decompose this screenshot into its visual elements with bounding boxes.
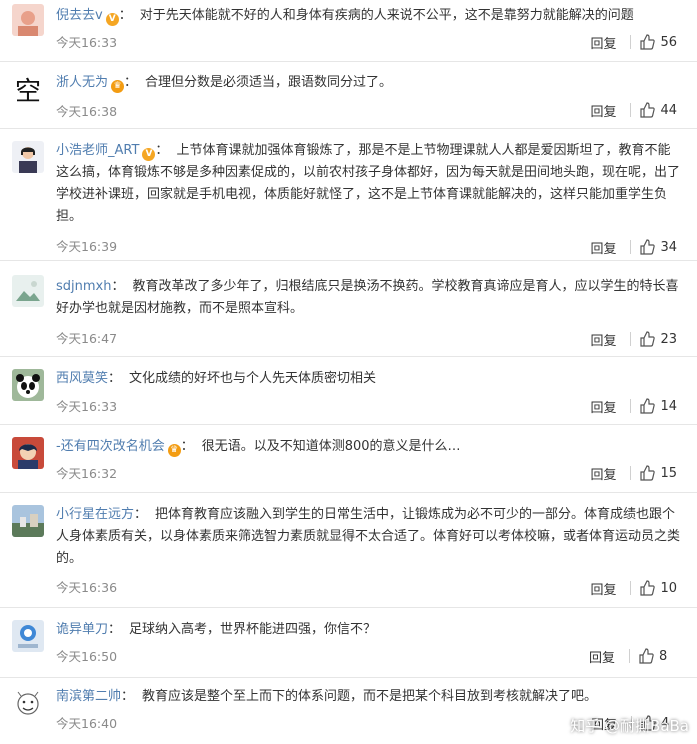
thumbs-up-icon — [640, 465, 656, 481]
verified-badge-icon: V — [105, 13, 119, 26]
like-button[interactable]: 8 — [638, 648, 675, 664]
comment-text: 对于先天体能就不好的人和身体有疾病的人来说不公平，这不是靠努力就能解决的问题 — [139, 8, 634, 23]
divider — [630, 581, 632, 595]
comment-time: 今天16:40 — [56, 716, 118, 731]
divider — [629, 649, 630, 663]
reply-button[interactable]: 回复 — [590, 579, 616, 598]
comment-text: 文化成绩的好坏也与个人先天体质密切相关 — [129, 371, 377, 386]
comment-text: 教育应该是整个至上而下的体系问题，而不是把某个科目放到考核就解决了吧。 — [142, 689, 598, 704]
like-count: 23 — [660, 331, 677, 347]
comment-time: 今天16:50 — [56, 649, 118, 664]
comment-item: 小浩老师_ART V：上节体育课就加强体育锻炼了，那是不是上节物理课就人人都是爱因… — [0, 129, 697, 261]
comment-actions: 回复 8 — [589, 646, 675, 666]
thumbs-up-icon — [640, 239, 656, 255]
watermark: 知乎 @耐撕BaBa — [570, 717, 689, 735]
like-button[interactable]: 34 — [639, 239, 677, 255]
avatar[interactable] — [12, 141, 44, 173]
comment-actions: 回复 15 — [590, 463, 677, 483]
username[interactable]: 诡异单刀 — [56, 622, 108, 637]
comment-time: 今天16:36 — [56, 580, 118, 595]
comment-item: 倪去去v V：对于先天体能就不好的人和身体有疾病的人来说不公平，这不是靠努力就能解… — [0, 0, 697, 62]
like-button[interactable]: 44 — [639, 102, 677, 118]
username[interactable]: 西风莫笑 — [56, 371, 108, 386]
like-count: 56 — [660, 34, 677, 50]
comment-time: 今天16:32 — [56, 466, 118, 481]
username[interactable]: -还有四次改名机会 — [56, 439, 165, 454]
divider — [630, 103, 632, 117]
reply-button[interactable]: 回复 — [590, 330, 616, 349]
reply-button[interactable]: 回复 — [590, 397, 616, 416]
comment-item: -还有四次改名机会 ♛：很无语。以及不知道体测800的意义是什么… 今天16:32… — [0, 425, 697, 493]
comment-text: 很无语。以及不知道体测800的意义是什么… — [201, 439, 461, 454]
like-button[interactable]: 56 — [639, 34, 677, 50]
divider — [630, 399, 632, 413]
comment-actions: 回复 44 — [590, 100, 677, 120]
comment-item: 空 浙人无为 ♛：合理但分数是必须适当，跟语数同分过了。 今天16:38 回复 4… — [0, 62, 697, 129]
comment-text: 合理但分数是必须适当，跟语数同分过了。 — [145, 75, 393, 90]
reply-button[interactable]: 回复 — [590, 101, 616, 120]
reply-button[interactable]: 回复 — [590, 238, 616, 257]
username[interactable]: 小行星在远方 — [56, 507, 134, 522]
comment-time: 今天16:39 — [56, 239, 118, 254]
comment-text: 教育改革改了多少年了，归根结底只是换汤不换药。学校教育真谛应是育人，应以学生的特… — [56, 279, 679, 316]
verified-badge-icon: V — [142, 148, 156, 161]
divider — [630, 332, 632, 346]
username[interactable]: 倪去去v — [56, 8, 103, 23]
thumbs-up-icon — [640, 34, 656, 50]
comment-time: 今天16:38 — [56, 104, 118, 119]
like-count: 8 — [659, 648, 668, 664]
comment-text: 足球纳入高考，世界杯能进四强，你信不？ — [129, 622, 377, 637]
comment-actions: 回复 14 — [590, 396, 677, 416]
like-button[interactable]: 10 — [639, 580, 677, 596]
like-button[interactable]: 15 — [639, 465, 677, 481]
avatar[interactable] — [12, 437, 44, 469]
thumbs-up-icon — [640, 331, 656, 347]
thumbs-up-icon — [640, 102, 656, 118]
username[interactable]: sdjnmxh — [56, 279, 111, 294]
comment-item: 诡异单刀： 足球纳入高考，世界杯能进四强，你信不？ 今天16:50 回复 8 — [0, 608, 697, 678]
like-count: 14 — [660, 398, 677, 414]
reply-button[interactable]: 回复 — [589, 647, 615, 666]
like-count: 10 — [660, 580, 677, 596]
comment-time: 今天16:33 — [56, 35, 118, 50]
avatar[interactable] — [12, 620, 44, 652]
username[interactable]: 小浩老师_ART — [56, 143, 139, 158]
reply-button[interactable]: 回复 — [590, 464, 616, 483]
like-count: 44 — [660, 102, 677, 118]
avatar[interactable] — [12, 505, 44, 537]
avatar[interactable]: 空 — [12, 74, 44, 106]
comment-time: 今天16:47 — [56, 331, 118, 346]
divider — [630, 35, 632, 49]
divider — [630, 240, 632, 254]
crown-badge-icon: ♛ — [167, 444, 181, 457]
comment-item: sdjnmxh： 教育改革改了多少年了，归根结底只是换汤不换药。学校教育真谛应是育… — [0, 261, 697, 357]
comment-item: 小行星在远方： 把体育教育应该融入到学生的日常生活中，让锻炼成为必不可少的一部分。… — [0, 493, 697, 608]
avatar[interactable] — [12, 369, 44, 401]
like-count: 15 — [660, 465, 677, 481]
thumbs-up-icon — [640, 398, 656, 414]
avatar[interactable] — [12, 275, 44, 307]
svg-text:空: 空 — [15, 77, 41, 106]
username[interactable]: 南滨第二帅 — [56, 689, 121, 704]
comment-actions: 回复 56 — [590, 32, 677, 52]
thumbs-up-icon — [639, 648, 654, 664]
avatar[interactable] — [12, 4, 44, 36]
avatar[interactable] — [12, 688, 44, 720]
comment-actions: 回复 23 — [590, 329, 677, 349]
like-button[interactable]: 23 — [639, 331, 677, 347]
like-count: 34 — [660, 239, 677, 255]
divider — [630, 466, 632, 480]
reply-button[interactable]: 回复 — [590, 33, 616, 52]
thumbs-up-icon — [640, 580, 656, 596]
comment-text: 把体育教育应该融入到学生的日常生活中，让锻炼成为必不可少的一部分。体育成绩也跟个… — [56, 507, 681, 566]
like-button[interactable]: 14 — [639, 398, 677, 414]
crown-badge-icon: ♛ — [111, 80, 125, 93]
comment-actions: 回复 10 — [590, 578, 677, 598]
comment-actions: 回复 34 — [590, 237, 677, 257]
comment-time: 今天16:33 — [56, 399, 118, 414]
comment-item: 西风莫笑： 文化成绩的好坏也与个人先天体质密切相关 今天16:33 回复 14 — [0, 357, 697, 425]
username[interactable]: 浙人无为 — [56, 75, 108, 90]
